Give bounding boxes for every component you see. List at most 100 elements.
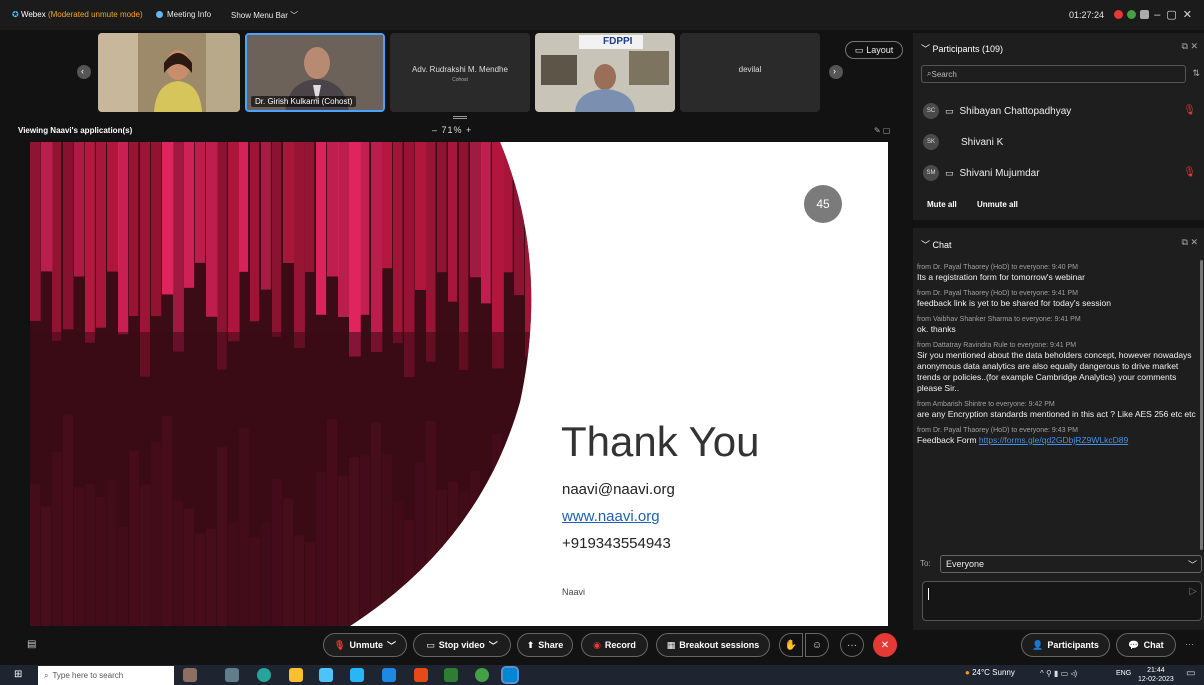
slide-website-link[interactable]: www.naavi.org <box>562 508 660 525</box>
chevron-down-icon: ﹀ <box>921 44 933 54</box>
share-icon: ⬆ <box>526 639 535 650</box>
taskbar-search-input[interactable]: ⌕ Type here to search <box>38 666 174 685</box>
video-thumbnail[interactable]: FDPPI <box>535 33 675 112</box>
taskbar-app-icon[interactable] <box>183 668 197 682</box>
taskbar-clock[interactable]: 21:44 12-02-2023 <box>1138 666 1174 684</box>
participant-row[interactable]: SK Shivani K <box>923 134 1003 150</box>
file-explorer-icon[interactable] <box>289 668 303 682</box>
decor-bar <box>195 142 206 263</box>
stop-video-label: Stop video <box>438 640 485 650</box>
decor-bar <box>393 142 403 344</box>
chat-message-sender: from Vaibhav Shanker Sharma to everyone:… <box>917 316 1081 323</box>
unmute-button[interactable]: 🎙 Unmute ﹀ <box>323 633 407 657</box>
chat-message-text: Sir you mentioned about the data beholde… <box>917 350 1192 393</box>
breakout-sessions-button[interactable]: ▦ Breakout sessions <box>656 633 770 657</box>
record-label: Record <box>604 640 636 650</box>
device-icon: ▭ <box>945 105 954 116</box>
decor-bar <box>129 142 139 317</box>
chrome-icon[interactable] <box>475 668 489 682</box>
muted-mic-icon[interactable]: 🎙 <box>1183 105 1196 116</box>
participants-search-input[interactable]: ⌕ Search <box>921 65 1186 83</box>
excel-icon[interactable] <box>444 668 458 682</box>
meeting-info-button[interactable]: Meeting Info <box>156 10 211 19</box>
language-indicator[interactable]: ENG <box>1116 670 1131 677</box>
reactions-button[interactable]: ☺ <box>805 633 829 657</box>
meeting-clock: 01:27:24 <box>1069 10 1105 20</box>
weather-text: 24°C Sunny <box>972 668 1015 677</box>
unmute-all-button[interactable]: Unmute all <box>977 200 1018 209</box>
muted-mic-icon: 🎙 <box>334 639 346 650</box>
zoom-control[interactable]: – 71% + <box>432 125 472 135</box>
captions-icon[interactable]: ▤ <box>27 639 36 650</box>
moderated-mode-label: (Moderated unmute mode) <box>47 10 143 19</box>
decor-bar <box>30 142 41 321</box>
store-icon[interactable] <box>319 668 333 682</box>
leave-meeting-button[interactable]: ✕ <box>873 633 897 657</box>
edge-icon[interactable] <box>257 668 271 682</box>
chevron-right-icon: › <box>833 66 836 76</box>
video-thumbnail[interactable] <box>98 33 240 112</box>
video-thumbnail[interactable]: Adv. Rudrakshi M. Mendhe Cohost <box>390 33 530 112</box>
participant-row[interactable]: SM ▭ Shivani Mujumdar <box>923 165 1040 181</box>
chat-scrollbar[interactable] <box>1200 260 1203 550</box>
word-icon[interactable] <box>382 668 396 682</box>
popout-icon[interactable]: ⧉ ✕ <box>1182 237 1198 248</box>
zoom-out-button[interactable]: – <box>432 125 442 135</box>
decor-bar <box>470 142 482 278</box>
decor-bar <box>536 468 546 626</box>
stop-video-button[interactable]: ▭ Stop video ﹀ <box>413 633 511 657</box>
weather-widget[interactable]: ● 24°C Sunny <box>965 668 1015 677</box>
decor-bar <box>503 142 513 273</box>
decor-bar <box>316 142 327 315</box>
chat-message-input[interactable]: ▷ <box>922 581 1202 621</box>
notifications-icon[interactable]: ▭ <box>1186 668 1195 679</box>
powerpoint-icon[interactable] <box>414 668 428 682</box>
slide-phone: +919343554943 <box>562 535 671 552</box>
participants-header[interactable]: ﹀ Participants (109) <box>921 42 1003 55</box>
webex-taskbar-icon[interactable] <box>501 666 519 684</box>
sort-icon[interactable]: ⇅ <box>1192 68 1200 79</box>
chat-button[interactable]: 💬 Chat <box>1116 633 1176 657</box>
layout-button[interactable]: ▭ Layout <box>845 41 903 59</box>
annotate-icon[interactable]: ✎ ▢ <box>874 126 890 135</box>
decor-bar <box>261 142 271 290</box>
popout-icon[interactable]: ⧉ ✕ <box>1182 41 1198 52</box>
participants-title: Participants (109) <box>932 44 1004 54</box>
chevron-left-icon: ‹ <box>81 66 84 76</box>
share-button[interactable]: ⬆ Share <box>517 633 573 657</box>
meeting-info-label: Meeting Info <box>167 10 212 19</box>
screen-icon[interactable] <box>1140 10 1149 19</box>
decor-bar <box>239 142 249 272</box>
show-menu-bar-button[interactable]: Show Menu Bar ﹀ <box>231 10 298 21</box>
more-icon[interactable]: ··· <box>1185 639 1194 649</box>
send-icon[interactable]: ▷ <box>1189 586 1197 597</box>
mail-icon[interactable] <box>350 668 364 682</box>
chat-link[interactable]: https://forms.gle/qd2GDbjRZ9WLkcD89 <box>979 435 1128 445</box>
raise-hand-button[interactable]: ✋ <box>779 633 803 657</box>
drag-handle-icon[interactable] <box>453 116 467 119</box>
chat-message-sender: from Dr. Payal Thaorey (HoD) to everyone… <box>917 290 1078 297</box>
zoom-in-button[interactable]: + <box>463 125 473 135</box>
chat-label: Chat <box>1143 640 1164 650</box>
task-view-icon[interactable] <box>225 668 239 682</box>
window-controls[interactable]: –▢✕ <box>1154 8 1198 21</box>
chevron-down-icon: ﹀ <box>488 640 498 651</box>
more-options-button[interactable]: ··· <box>840 633 864 657</box>
muted-mic-icon[interactable]: 🎙 <box>1183 167 1196 178</box>
chat-header[interactable]: ﹀ Chat <box>921 238 952 251</box>
decor-bar <box>41 142 53 272</box>
participant-row[interactable]: SC ▭ Shibayan Chattopadhyay <box>923 103 1071 119</box>
thumbnail-role: Cohost <box>452 77 468 83</box>
participants-button[interactable]: 👤 Participants <box>1021 633 1110 657</box>
chat-icon: 💬 <box>1128 639 1140 650</box>
record-button[interactable]: ◉ Record <box>581 633 648 657</box>
windows-start-icon[interactable]: ⊞ <box>14 669 22 680</box>
next-thumbnails-button[interactable]: › <box>829 65 843 79</box>
video-thumbnail[interactable]: devilal <box>680 33 820 112</box>
prev-thumbnails-button[interactable]: ‹ <box>77 65 91 79</box>
tray-icons[interactable]: ^ ⚲ ▮ ▭ ◃) <box>1040 669 1077 678</box>
recipient-select[interactable]: Everyone ﹀ <box>940 555 1202 573</box>
participant-name: devilal <box>680 65 820 74</box>
mute-all-button[interactable]: Mute all <box>927 200 957 209</box>
video-thumbnail-active[interactable]: Dr. Girish Kulkarni (Cohost) <box>245 33 385 112</box>
